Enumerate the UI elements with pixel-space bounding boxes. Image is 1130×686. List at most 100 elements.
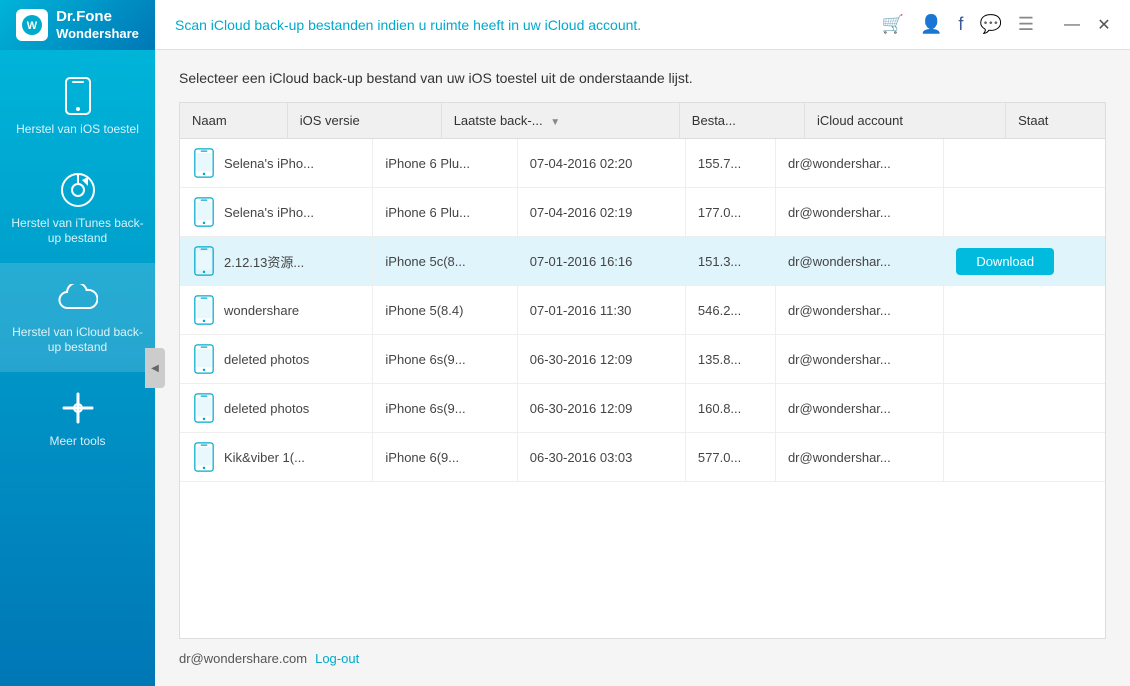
download-button[interactable]: Download [956, 248, 1054, 275]
table-row[interactable]: deleted photos iPhone 6s(9... 06-30-2016… [180, 335, 1105, 384]
cell-laatste-back: 07-04-2016 02:19 [517, 188, 685, 237]
col-laatste-back[interactable]: Laatste back-... ▼ [441, 103, 679, 139]
cell-laatste-back: 06-30-2016 12:09 [517, 384, 685, 433]
logo-brand: Dr.Fone [56, 8, 139, 26]
sidebar-item-itunes-label: Herstel van iTunes back-up bestand [8, 216, 147, 247]
logo-text: Dr.Fone Wondershare [56, 8, 139, 42]
cell-staat [944, 188, 1105, 237]
account-email: dr@wondershare.com [179, 651, 307, 666]
cell-icloud-account: dr@wondershar... [775, 335, 943, 384]
cell-naam: deleted photos [180, 335, 373, 384]
minimize-button[interactable]: — [1058, 11, 1086, 39]
cell-naam: Kik&viber 1(... [180, 433, 373, 482]
cell-staat [944, 384, 1105, 433]
table-row[interactable]: wondershare iPhone 5(8.4) 07-01-2016 11:… [180, 286, 1105, 335]
itunes-icon [58, 170, 98, 210]
logo-icon: W [16, 9, 48, 41]
menu-icon[interactable]: ☰ [1018, 14, 1034, 35]
cell-naam: Selena's iPho... [180, 188, 373, 237]
cell-icloud-account: dr@wondershar... [775, 286, 943, 335]
table-header-row: Naam iOS versie Laatste back-... ▼ Besta… [180, 103, 1105, 139]
backup-table-wrapper: Naam iOS versie Laatste back-... ▼ Besta… [179, 102, 1106, 639]
cell-laatste-back: 06-30-2016 12:09 [517, 335, 685, 384]
cell-staat [944, 335, 1105, 384]
sidebar-item-more-tools[interactable]: Meer tools [0, 372, 155, 466]
phone-icon [58, 76, 98, 116]
sidebar-item-itunes-restore[interactable]: Herstel van iTunes back-up bestand [0, 154, 155, 263]
cell-ios-versie: iPhone 6s(9... [373, 384, 517, 433]
col-icloud-account: iCloud account [804, 103, 1005, 139]
cell-naam: Selena's iPho... [180, 139, 373, 188]
cell-icloud-account: dr@wondershar... [775, 237, 943, 286]
win-controls: — ✕ [1058, 11, 1118, 39]
sidebar-item-ios-label: Herstel van iOS toestel [16, 122, 139, 138]
cell-staat [944, 139, 1105, 188]
logout-link[interactable]: Log-out [315, 651, 359, 666]
sidebar-collapse-button[interactable]: ◀ [145, 348, 165, 388]
sidebar-item-icloud-restore[interactable]: Herstel van iCloud back-up bestand [0, 263, 155, 372]
table-row[interactable]: deleted photos iPhone 6s(9... 06-30-2016… [180, 384, 1105, 433]
backup-table-body: Selena's iPho... iPhone 6 Plu... 07-04-2… [180, 139, 1105, 482]
cell-bestandsgrootte: 160.8... [685, 384, 775, 433]
table-scroll-area[interactable]: Selena's iPho... iPhone 6 Plu... 07-04-2… [180, 139, 1105, 638]
cell-icloud-account: dr@wondershar... [775, 188, 943, 237]
table-row[interactable]: Selena's iPho... iPhone 6 Plu... 07-04-2… [180, 139, 1105, 188]
content-area: Selecteer een iCloud back-up bestand van… [155, 50, 1130, 686]
close-button[interactable]: ✕ [1090, 11, 1118, 39]
cell-ios-versie: iPhone 6 Plu... [373, 188, 517, 237]
cart-icon[interactable]: 🛒 [882, 14, 904, 35]
tools-icon [58, 388, 98, 428]
cell-icloud-account: dr@wondershar... [775, 139, 943, 188]
titlebar-left: W Dr.Fone Wondershare Scan iCloud back-u… [0, 0, 641, 50]
cell-staat [944, 286, 1105, 335]
cell-staat [944, 433, 1105, 482]
svg-text:W: W [27, 20, 38, 32]
table-row[interactable]: Kik&viber 1(... iPhone 6(9... 06-30-2016… [180, 433, 1105, 482]
col-bestandsgrootte: Besta... [679, 103, 804, 139]
cell-icloud-account: dr@wondershar... [775, 433, 943, 482]
logo-area: W Dr.Fone Wondershare [0, 0, 155, 50]
cell-bestandsgrootte: 546.2... [685, 286, 775, 335]
cell-laatste-back: 06-30-2016 03:03 [517, 433, 685, 482]
footer: dr@wondershare.com Log-out [179, 651, 1106, 666]
cell-naam: 2.12.13资源... [180, 237, 373, 286]
table-row[interactable]: Selena's iPho... iPhone 6 Plu... 07-04-2… [180, 188, 1105, 237]
cell-laatste-back: 07-01-2016 16:16 [517, 237, 685, 286]
cell-ios-versie: iPhone 6(9... [373, 433, 517, 482]
cell-staat[interactable]: Download [944, 237, 1105, 286]
logo-name: Wondershare [56, 26, 139, 42]
sidebar-item-icloud-label: Herstel van iCloud back-up bestand [8, 325, 147, 356]
cell-ios-versie: iPhone 6 Plu... [373, 139, 517, 188]
sort-icon: ▼ [550, 117, 560, 128]
col-staat: Staat [1006, 103, 1105, 139]
cloud-icon [58, 279, 98, 319]
cell-naam: wondershare [180, 286, 373, 335]
cell-bestandsgrootte: 151.3... [685, 237, 775, 286]
titlebar-right: 🛒 👤 f 💬 ☰ — ✕ [882, 11, 1130, 39]
sidebar: Herstel van iOS toestel Herstel van iTun… [0, 50, 155, 686]
cell-ios-versie: iPhone 5c(8... [373, 237, 517, 286]
sidebar-item-ios-restore[interactable]: Herstel van iOS toestel [0, 60, 155, 154]
facebook-icon[interactable]: f [958, 14, 963, 35]
profile-icon[interactable]: 👤 [920, 14, 942, 35]
header-message: Scan iCloud back-up bestanden indien u r… [155, 17, 641, 33]
main-layout: Herstel van iOS toestel Herstel van iTun… [0, 50, 1130, 686]
cell-bestandsgrootte: 577.0... [685, 433, 775, 482]
col-naam: Naam [180, 103, 287, 139]
cell-laatste-back: 07-01-2016 11:30 [517, 286, 685, 335]
cell-bestandsgrootte: 177.0... [685, 188, 775, 237]
titlebar: W Dr.Fone Wondershare Scan iCloud back-u… [0, 0, 1130, 50]
cell-icloud-account: dr@wondershar... [775, 384, 943, 433]
cell-bestandsgrootte: 155.7... [685, 139, 775, 188]
cell-naam: deleted photos [180, 384, 373, 433]
chat-icon[interactable]: 💬 [979, 14, 1001, 35]
cell-ios-versie: iPhone 5(8.4) [373, 286, 517, 335]
cell-ios-versie: iPhone 6s(9... [373, 335, 517, 384]
col-ios-versie: iOS versie [287, 103, 441, 139]
cell-bestandsgrootte: 135.8... [685, 335, 775, 384]
table-row[interactable]: 2.12.13资源... iPhone 5c(8... 07-01-2016 1… [180, 237, 1105, 286]
backup-table: Naam iOS versie Laatste back-... ▼ Besta… [180, 103, 1105, 139]
cell-laatste-back: 07-04-2016 02:20 [517, 139, 685, 188]
content-subtitle: Selecteer een iCloud back-up bestand van… [179, 70, 1106, 86]
sidebar-item-tools-label: Meer tools [49, 434, 105, 450]
